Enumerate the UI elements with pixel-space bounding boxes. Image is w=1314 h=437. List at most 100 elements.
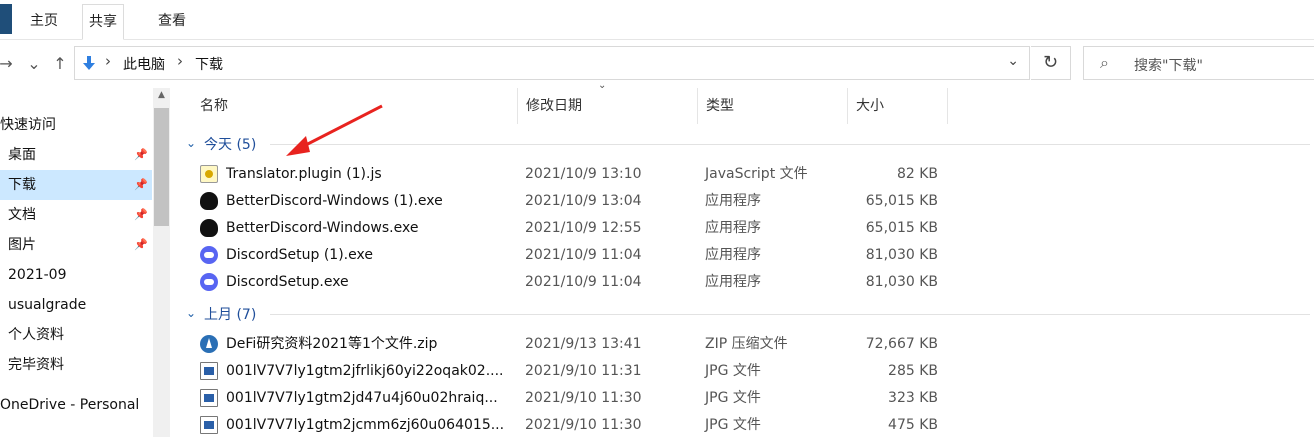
forward-button[interactable]: → <box>0 52 16 76</box>
file-date: 2021/9/10 11:31 <box>525 363 642 379</box>
sidebar-item-pictures[interactable]: 图片 📌 <box>0 230 152 260</box>
pin-icon: 📌 <box>134 238 148 251</box>
sidebar-item-finished-data[interactable]: 完毕资料 <box>0 350 152 380</box>
sidebar-item-usualgrade[interactable]: usualgrade <box>0 290 152 320</box>
file-row[interactable]: DiscordSetup (1).exe 2021/10/9 11:04 应用程… <box>178 242 1314 269</box>
pin-icon: 📌 <box>134 178 148 191</box>
breadcrumb-separator[interactable]: › <box>105 52 111 70</box>
sidebar-item-personal-data[interactable]: 个人资料 <box>0 320 152 350</box>
column-header-type[interactable]: 类型 <box>698 88 848 124</box>
sidebar-item-label: 下载 <box>8 177 36 193</box>
sidebar-item-label: 图片 <box>8 237 36 253</box>
file-menu-tab[interactable] <box>0 4 12 34</box>
betterdiscord-icon <box>200 219 218 237</box>
address-history-chevron-icon[interactable]: ⌄ <box>1007 53 1019 69</box>
file-row[interactable]: DeFi研究资料2021等1个文件.zip 2021/9/13 13:41 ZI… <box>178 331 1314 358</box>
file-row[interactable]: 001lV7V7ly1gtm2jcmm6zj60u064015... 2021/… <box>178 412 1314 437</box>
search-icon: ⌕ <box>1100 53 1109 72</box>
file-size: 81,030 KB <box>865 247 938 263</box>
zip-icon <box>200 335 218 353</box>
pin-icon: 📌 <box>134 148 148 161</box>
sidebar-item-label: 个人资料 <box>8 327 64 343</box>
file-size: 81,030 KB <box>865 274 938 290</box>
sidebar-item-label: 快速访问 <box>0 117 56 133</box>
search-input[interactable]: 搜索"下载" <box>1134 55 1203 75</box>
file-row[interactable]: BetterDiscord-Windows.exe 2021/10/9 12:5… <box>178 215 1314 242</box>
sidebar-item-desktop[interactable]: 桌面 📌 <box>0 140 152 170</box>
file-date: 2021/10/9 11:04 <box>525 274 642 290</box>
file-type: 应用程序 <box>705 247 761 263</box>
annotation-arrow-icon <box>286 104 383 156</box>
breadcrumb-downloads[interactable]: 下载 <box>195 54 223 74</box>
sidebar-item-2021-09[interactable]: 2021-09 <box>0 260 152 290</box>
download-folder-icon <box>83 56 95 70</box>
jpg-file-icon <box>200 389 218 407</box>
file-name: DiscordSetup (1).exe <box>226 247 373 263</box>
sidebar-item-label: usualgrade <box>8 297 87 313</box>
sidebar-item-quick-access[interactable]: 快速访问 <box>0 110 144 140</box>
file-size: 475 KB <box>888 417 938 433</box>
file-type: ZIP 压缩文件 <box>705 336 788 352</box>
file-row[interactable]: BetterDiscord-Windows (1).exe 2021/10/9 … <box>178 188 1314 215</box>
group-divider <box>270 144 1310 145</box>
file-date: 2021/10/9 13:10 <box>525 166 642 182</box>
file-date: 2021/10/9 12:55 <box>525 220 642 236</box>
group-header-last-month[interactable]: ⌄ 上月 (7) <box>178 300 1314 328</box>
column-header-size[interactable]: 大小 <box>848 88 948 124</box>
sidebar-item-label: 完毕资料 <box>8 357 64 373</box>
chevron-down-icon[interactable]: ⌄ <box>186 306 196 320</box>
file-date: 2021/10/9 13:04 <box>525 193 642 209</box>
sidebar-scrollbar[interactable]: ▲ <box>153 88 170 437</box>
address-bar[interactable]: › 此电脑 › 下载 ⌄ <box>74 46 1030 80</box>
file-type: 应用程序 <box>705 220 761 236</box>
sidebar-item-documents[interactable]: 文档 📌 <box>0 200 152 230</box>
js-file-icon <box>200 165 218 183</box>
file-row[interactable]: Translator.plugin (1).js 2021/10/9 13:10… <box>178 161 1314 188</box>
file-type: JPG 文件 <box>705 390 761 406</box>
file-row[interactable]: 001lV7V7ly1gtm2jfrlikj60yi22oqak02.... 2… <box>178 358 1314 385</box>
refresh-button[interactable]: ↻ <box>1031 46 1071 80</box>
file-type: JavaScript 文件 <box>705 166 808 182</box>
file-row[interactable]: 001lV7V7ly1gtm2jd47u4j60u02hraiq... 2021… <box>178 385 1314 412</box>
sidebar-item-label: OneDrive - Personal <box>0 397 140 413</box>
file-type: JPG 文件 <box>705 417 761 433</box>
tab-share[interactable]: 共享 <box>82 4 124 40</box>
up-button[interactable]: ↑ <box>50 52 70 76</box>
chevron-down-icon[interactable]: ⌄ <box>186 136 196 150</box>
file-name: DeFi研究资料2021等1个文件.zip <box>226 336 438 352</box>
jpg-file-icon <box>200 416 218 434</box>
file-row[interactable]: DiscordSetup.exe 2021/10/9 11:04 应用程序 81… <box>178 269 1314 296</box>
sidebar-item-onedrive[interactable]: OneDrive - Personal <box>0 390 162 420</box>
scrollbar-thumb[interactable] <box>154 108 169 226</box>
betterdiscord-icon <box>200 192 218 210</box>
file-name: Translator.plugin (1).js <box>226 166 382 182</box>
ribbon: 主页 共享 查看 <box>0 0 1314 40</box>
file-date: 2021/9/10 11:30 <box>525 417 642 433</box>
file-type: JPG 文件 <box>705 363 761 379</box>
search-box[interactable]: ⌕ 搜索"下载" <box>1083 46 1314 80</box>
breadcrumb-separator[interactable]: › <box>177 52 183 70</box>
navigation-bar: → ⌄ ↑ › 此电脑 › 下载 ⌄ ↻ ⌕ 搜索"下载" <box>0 40 1314 88</box>
sidebar-item-downloads[interactable]: 下载 📌 <box>0 170 152 200</box>
sidebar-item-label: 文档 <box>8 207 36 223</box>
tab-home[interactable]: 主页 <box>24 4 64 38</box>
file-size: 65,015 KB <box>865 220 938 236</box>
file-name: 001lV7V7ly1gtm2jfrlikj60yi22oqak02.... <box>226 363 504 379</box>
tab-view[interactable]: 查看 <box>152 4 192 38</box>
file-date: 2021/9/13 13:41 <box>525 336 642 352</box>
file-name: 001lV7V7ly1gtm2jcmm6zj60u064015... <box>226 417 505 433</box>
file-date: 2021/9/10 11:30 <box>525 390 642 406</box>
breadcrumb-this-pc[interactable]: 此电脑 <box>123 54 165 74</box>
group-label: 今天 (5) <box>204 137 257 153</box>
recent-locations-icon[interactable]: ⌄ <box>24 52 44 76</box>
jpg-file-icon <box>200 362 218 380</box>
scroll-up-arrow-icon[interactable]: ▲ <box>153 90 170 104</box>
file-size: 285 KB <box>888 363 938 379</box>
file-name: 001lV7V7ly1gtm2jd47u4j60u02hraiq... <box>226 390 498 406</box>
file-date: 2021/10/9 11:04 <box>525 247 642 263</box>
group-divider <box>270 314 1310 315</box>
file-size: 323 KB <box>888 390 938 406</box>
sidebar-item-label: 2021-09 <box>8 267 67 283</box>
column-header-date[interactable]: 修改日期 <box>518 88 698 124</box>
file-name: DiscordSetup.exe <box>226 274 349 290</box>
